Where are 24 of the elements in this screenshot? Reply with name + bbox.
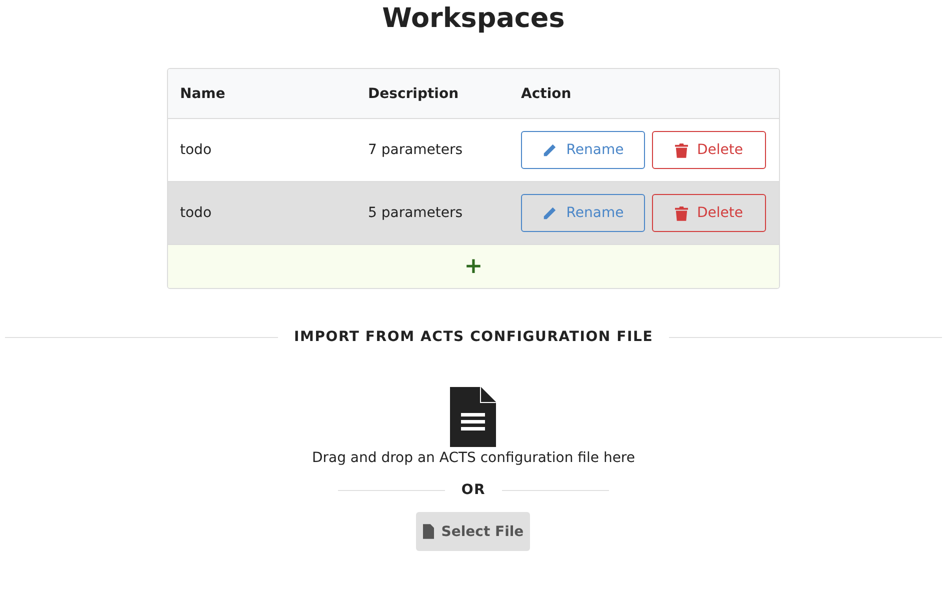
rename-button[interactable]: Rename xyxy=(521,194,645,232)
column-header: Name xyxy=(179,86,226,102)
trash-icon xyxy=(675,206,688,220)
section-heading: IMPORT FROM ACTS CONFIGURATION FILE xyxy=(294,329,654,345)
add-button[interactable]: + xyxy=(460,256,487,278)
table-cell-text: todo xyxy=(179,142,213,158)
table-cell-text: 5 parameters xyxy=(367,205,464,221)
column-header: Action xyxy=(520,86,572,102)
drop-instructions: Drag and drop an ACTS configuration file here xyxy=(312,450,635,466)
table-row[interactable]: todo 5 parameters Rename Delete xyxy=(168,182,779,245)
delete-button[interactable]: Delete xyxy=(652,131,766,169)
rename-button[interactable]: Rename xyxy=(521,131,645,169)
column-header: Description xyxy=(367,86,460,102)
pencil-icon xyxy=(542,142,558,158)
document-icon xyxy=(450,387,496,447)
pencil-icon xyxy=(542,206,558,220)
trash-icon xyxy=(675,142,688,158)
separator-label: OR xyxy=(461,482,486,498)
table-cell-text: todo xyxy=(179,205,213,221)
file-icon xyxy=(423,524,434,539)
delete-button[interactable]: Delete xyxy=(652,194,766,232)
select-file-button[interactable]: Select File xyxy=(416,512,530,551)
table-cell-text: 7 parameters xyxy=(367,142,464,158)
page-title: Workspaces xyxy=(382,4,565,34)
